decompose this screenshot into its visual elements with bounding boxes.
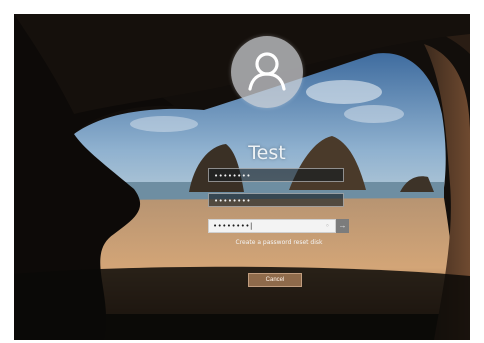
- new-password-mask: ••••••••: [214, 197, 252, 205]
- old-password-mask: ••••••••: [214, 172, 252, 180]
- arrow-right-icon: →: [338, 221, 347, 230]
- eye-icon[interactable]: ◦: [325, 220, 330, 232]
- user-avatar: [231, 36, 303, 108]
- cancel-button[interactable]: Cancel: [248, 273, 302, 287]
- confirm-password-field[interactable]: ••••••••| ◦: [208, 219, 336, 233]
- create-password-reset-disk-link[interactable]: Create a password reset disk: [204, 239, 354, 246]
- lock-screen: Test •••••••• •••••••• ••••••••| ◦ → Cre…: [14, 14, 470, 340]
- submit-button[interactable]: →: [336, 219, 349, 233]
- user-name: Test: [248, 142, 286, 164]
- confirm-password-mask: ••••••••|: [213, 222, 253, 230]
- old-password-field[interactable]: ••••••••: [208, 168, 344, 182]
- new-password-field[interactable]: ••••••••: [208, 193, 344, 207]
- user-avatar-icon: [248, 52, 286, 91]
